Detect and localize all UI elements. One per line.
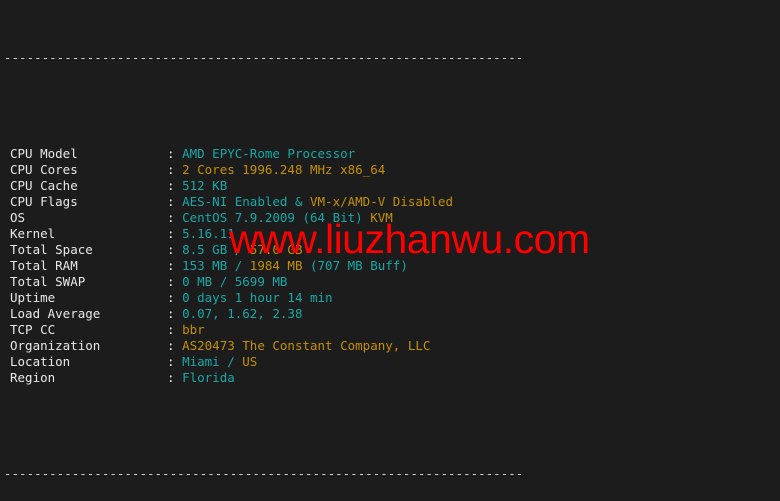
system-info-label: CPU Cache: [10, 178, 78, 193]
system-info-value: 8.5 GB /: [182, 242, 250, 257]
system-info-label: CPU Model: [10, 146, 78, 161]
system-info-value: 1984 MB: [249, 258, 303, 273]
system-info-label: CPU Cores: [10, 162, 78, 177]
system-info-row: Total SWAP: 0 MB / 5699 MB: [0, 274, 523, 290]
system-info-value: 512 KB: [182, 178, 228, 193]
system-info-row: CPU Flags: AES-NI Enabled & VM-x/AMD-V D…: [0, 194, 523, 210]
field-colon: :: [167, 338, 183, 353]
system-info-value: 153 MB /: [182, 258, 250, 273]
system-info-label: Kernel: [10, 226, 56, 241]
terminal-output: ----------------------------------------…: [0, 0, 523, 501]
system-info-value: AS20473 The Constant Company, LLC: [182, 338, 431, 353]
system-info-label: Total RAM: [10, 258, 78, 273]
system-info-label: Load Average: [10, 306, 101, 321]
separator-stream: ----------------------------------------…: [4, 466, 524, 481]
field-colon: :: [167, 258, 183, 273]
system-info-value: CentOS 7.9.2009 (64 Bit): [182, 210, 371, 225]
terminal-window: ----------------------------------------…: [0, 0, 780, 501]
system-info-value: 5.16.11: [182, 226, 235, 241]
system-info-value: Florida: [182, 370, 235, 385]
system-info-row: TCP CC: bbr: [0, 322, 523, 338]
system-info-row: CPU Model: AMD EPYC-Rome Processor: [0, 146, 523, 162]
field-colon: :: [167, 194, 183, 209]
system-info-row: Total RAM: 153 MB / 1984 MB (707 MB Buff…: [0, 258, 523, 274]
system-info-value: (707 MB Buff): [302, 258, 408, 273]
field-colon: :: [167, 146, 183, 161]
system-info-row: CPU Cores: 2 Cores 1996.248 MHz x86_64: [0, 162, 523, 178]
system-info-value: VM-x/AMD-V Disabled: [310, 194, 453, 209]
field-colon: :: [167, 162, 183, 177]
system-info-label: Organization: [10, 338, 101, 353]
system-info-value: US: [242, 354, 258, 369]
field-colon: :: [167, 210, 183, 225]
system-info-value: 57.0 GB: [249, 242, 303, 257]
system-info-value: AMD EPYC-Rome Processor: [182, 146, 356, 161]
system-info-value: 0.07, 1.62, 2.38: [182, 306, 303, 321]
field-colon: :: [167, 322, 183, 337]
system-info-label: OS: [10, 210, 26, 225]
separator-top: ----------------------------------------…: [4, 50, 524, 65]
system-info-value: KVM: [370, 210, 393, 225]
field-colon: :: [167, 242, 183, 257]
system-info-value: AES-NI Enabled &: [182, 194, 310, 209]
system-info-row: Uptime: 0 days 1 hour 14 min: [0, 290, 523, 306]
system-info-row: Kernel: 5.16.11: [0, 226, 523, 242]
field-colon: :: [167, 354, 183, 369]
system-info-label: TCP CC: [10, 322, 56, 337]
system-info-label: Total Space: [10, 242, 93, 257]
field-colon: :: [167, 226, 183, 241]
system-info-section: CPU Model: AMD EPYC-Rome Processor CPU Co…: [0, 114, 523, 418]
field-colon: :: [167, 274, 183, 289]
system-info-value: Miami /: [182, 354, 243, 369]
system-info-row: OS: CentOS 7.9.2009 (64 Bit) KVM: [0, 210, 523, 226]
field-colon: :: [167, 290, 183, 305]
system-info-row: Load Average: 0.07, 1.62, 2.38: [0, 306, 523, 322]
system-info-row: Total Space: 8.5 GB / 57.0 GB: [0, 242, 523, 258]
system-info-label: Uptime: [10, 290, 56, 305]
system-info-value: bbr: [182, 322, 205, 337]
system-info-row: Location: Miami / US: [0, 354, 523, 370]
field-colon: :: [167, 370, 183, 385]
system-info-label: Location: [10, 354, 71, 369]
field-colon: :: [167, 178, 183, 193]
system-info-row: CPU Cache: 512 KB: [0, 178, 523, 194]
system-info-value: 0 MB / 5699 MB: [182, 274, 288, 289]
field-colon: :: [167, 306, 183, 321]
system-info-label: Total SWAP: [10, 274, 86, 289]
system-info-value: 2 Cores 1996.248 MHz x86_64: [182, 162, 386, 177]
system-info-value: 0 days 1 hour 14 min: [182, 290, 333, 305]
system-info-label: Region: [10, 370, 56, 385]
system-info-label: CPU Flags: [10, 194, 78, 209]
system-info-row: Organization: AS20473 The Constant Compa…: [0, 338, 523, 354]
system-info-row: Region: Florida: [0, 370, 523, 386]
